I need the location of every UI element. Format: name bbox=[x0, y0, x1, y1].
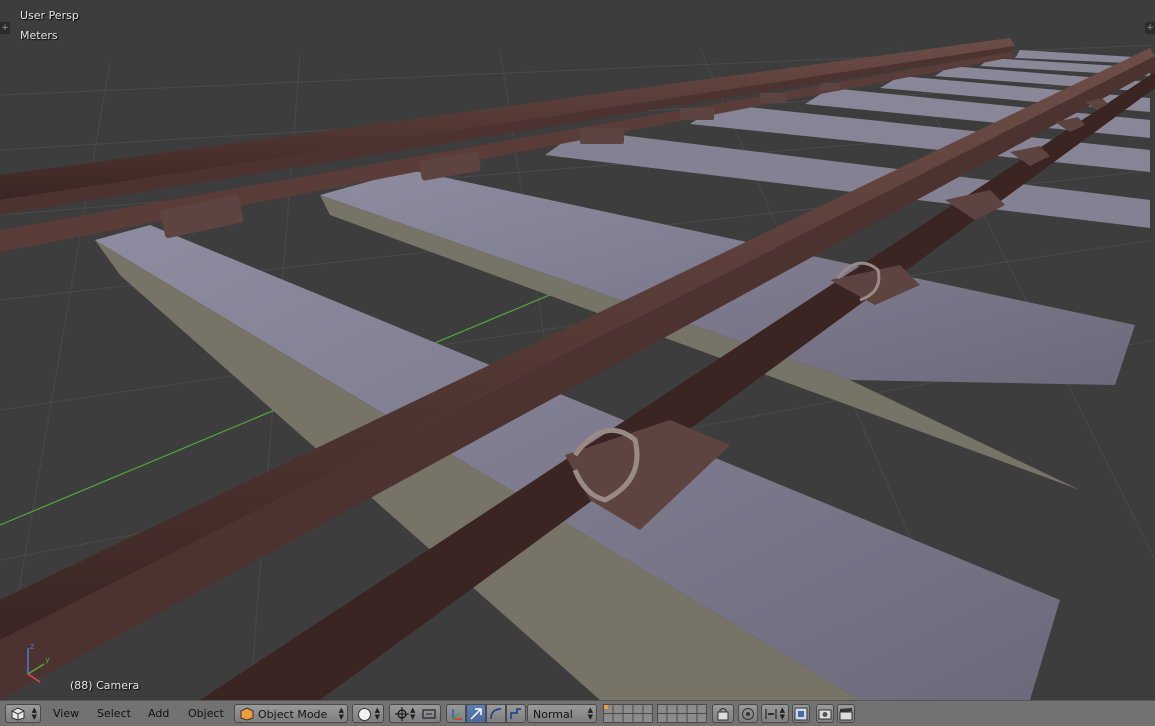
lock-camera-button[interactable] bbox=[712, 704, 734, 723]
snap-target-icon bbox=[794, 707, 808, 721]
menu-select[interactable]: Select bbox=[97, 707, 131, 720]
menu-view[interactable]: View bbox=[53, 707, 79, 720]
viewport-header: ▲ ▼ View Select Add Object Object Mode ▲ ▼… bbox=[0, 700, 1155, 726]
scale-toggle[interactable] bbox=[506, 704, 526, 723]
object-mode-icon bbox=[240, 707, 254, 721]
region-expand-left-icon[interactable]: + bbox=[0, 22, 10, 34]
menu-object[interactable]: Object bbox=[188, 707, 224, 720]
translate-arrow-icon bbox=[470, 707, 482, 720]
view-name: User Persp bbox=[20, 9, 79, 22]
chevron-updown-icon: ▲ ▼ bbox=[410, 706, 416, 721]
blender-window: User Persp Meters (88) Camera + + z y ▲ ▼… bbox=[0, 0, 1155, 726]
snap-target-button[interactable] bbox=[792, 704, 810, 723]
menu-add[interactable]: Add bbox=[148, 707, 169, 720]
mode-dropdown[interactable]: Object Mode ▲ ▼ bbox=[234, 704, 348, 723]
translate-toggle[interactable] bbox=[466, 704, 486, 723]
lock-camera-icon bbox=[717, 708, 729, 721]
layers-grid-icon[interactable] bbox=[603, 704, 653, 723]
rotate-toggle[interactable] bbox=[486, 704, 506, 723]
railway-track-scene bbox=[0, 38, 1155, 700]
layers-grid-icon[interactable] bbox=[657, 704, 707, 723]
manipulator-toggle[interactable] bbox=[446, 704, 466, 723]
snap-element-dropdown[interactable]: ▲ ▼ bbox=[761, 704, 789, 723]
render-animation-button[interactable] bbox=[837, 704, 855, 723]
rotate-icon bbox=[490, 707, 502, 719]
chevron-updown-icon: ▲ ▼ bbox=[779, 706, 785, 721]
units-label: Meters bbox=[20, 29, 58, 42]
proportional-edit-icon bbox=[742, 708, 754, 720]
snap-icon bbox=[765, 709, 777, 719]
axis-y-label: y bbox=[45, 655, 50, 664]
chevron-updown-icon: ▲ ▼ bbox=[374, 706, 380, 721]
3d-viewport[interactable]: User Persp Meters (88) Camera + + z y bbox=[0, 0, 1155, 700]
chevron-updown-icon: ▲ ▼ bbox=[338, 706, 344, 721]
manipulator-icon bbox=[452, 708, 462, 720]
viewport-shading-button[interactable]: ▲ ▼ bbox=[352, 704, 384, 723]
pivot-icon bbox=[395, 707, 409, 721]
clapper-icon bbox=[839, 708, 853, 721]
pivot-point-button[interactable]: ▲ ▼ bbox=[389, 704, 441, 723]
chevron-updown-icon: ▲ ▼ bbox=[587, 706, 593, 721]
mode-label: Object Mode bbox=[258, 708, 328, 721]
proportional-edit-button[interactable] bbox=[738, 704, 758, 723]
manipulator-group bbox=[446, 704, 526, 723]
orientation-dropdown[interactable]: Normal ▲ ▼ bbox=[527, 704, 597, 723]
editor-type-button[interactable]: ▲ ▼ bbox=[5, 704, 41, 723]
render-icon bbox=[818, 709, 832, 720]
axis-z-label: z bbox=[30, 642, 34, 651]
pivot-align-icon bbox=[422, 709, 436, 719]
orientation-label: Normal bbox=[533, 708, 573, 721]
chevron-updown-icon: ▲ ▼ bbox=[31, 706, 37, 721]
axis-gizmo: z y bbox=[27, 642, 50, 683]
region-expand-right-icon[interactable]: + bbox=[1145, 22, 1155, 34]
render-button[interactable] bbox=[816, 704, 834, 723]
solid-sphere-icon bbox=[358, 708, 371, 721]
object-info: (88) Camera bbox=[70, 679, 140, 692]
cube-icon bbox=[11, 707, 25, 721]
scale-icon bbox=[510, 707, 521, 719]
